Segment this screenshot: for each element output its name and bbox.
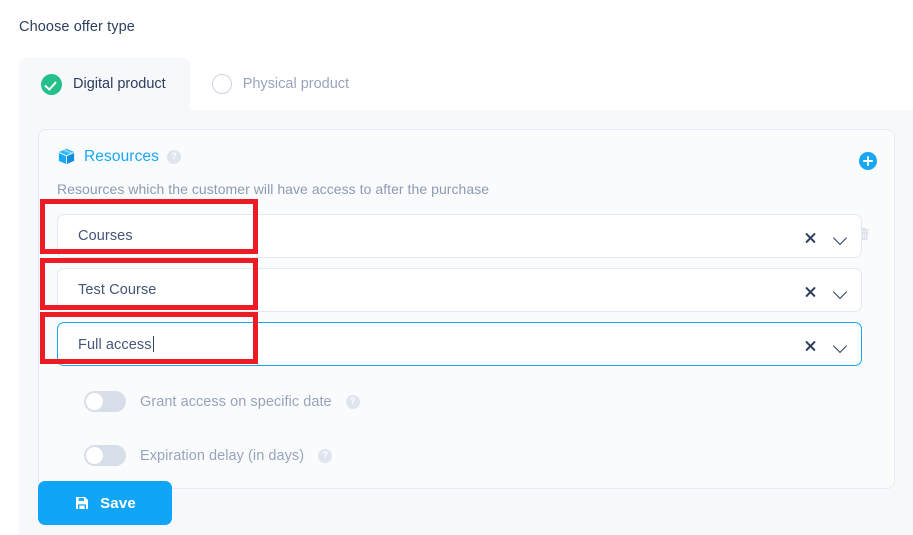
page-title: Choose offer type [19,19,135,35]
resource-select-value-1: Courses [78,228,133,244]
resource-select-row-3[interactable]: Full access [57,322,862,366]
close-icon[interactable] [804,285,817,298]
resources-title: Resources [84,147,159,165]
toggle-expiration-delay-row: Expiration delay (in days) ? [84,445,333,466]
resources-description: Resources which the customer will have a… [57,181,490,197]
save-button-label: Save [100,494,136,512]
tab-content-panel: Resources ? Resources which the customer… [19,110,913,535]
chevron-down-icon[interactable] [833,233,847,241]
offer-type-tabs: Digital product Physical product [19,58,913,110]
help-icon-expiration-delay[interactable]: ? [318,448,333,463]
chevron-down-icon[interactable] [833,341,847,349]
resource-select-value-2: Test Course [78,282,157,298]
check-circle-icon [41,73,62,95]
radio-empty-icon [211,74,232,94]
save-button[interactable]: Save [38,481,172,525]
add-resource-button[interactable] [859,152,877,170]
resource-select-row-2[interactable]: Test Course [57,268,862,312]
close-icon[interactable] [804,339,817,352]
tab-digital-product[interactable]: Digital product [19,58,190,110]
toggle-expiration-delay[interactable] [84,445,126,466]
resources-card: Resources ? Resources which the customer… [38,129,895,489]
toggle-grant-access-label: Grant access on specific date [140,393,332,410]
resource-row-icons-3 [804,323,847,367]
toggle-grant-access-row: Grant access on specific date ? [84,391,360,412]
tab-digital-product-label: Digital product [73,76,166,92]
tab-physical-product[interactable]: Physical product [190,58,373,110]
close-icon[interactable] [804,231,817,244]
resource-row-icons-1 [804,215,847,259]
resource-row-icons-2 [804,269,847,313]
offer-type-page: Choose offer type Digital product Physic… [0,0,913,535]
resource-select-row-1[interactable]: Courses [57,214,862,258]
floppy-save-icon [74,495,90,511]
resources-header: Resources ? [57,147,181,166]
chevron-down-icon[interactable] [833,287,847,295]
help-icon-resources[interactable]: ? [167,149,181,164]
tab-physical-product-label: Physical product [242,76,350,92]
resource-select-value-3: Full access [78,335,154,353]
help-icon-grant-access[interactable]: ? [345,394,360,409]
text-cursor [152,335,154,352]
toggle-expiration-delay-label: Expiration delay (in days) [140,447,305,464]
package-box-icon [57,147,76,166]
resource-rows: Courses Test Course Full access [57,214,862,376]
toggle-grant-access-on-date[interactable] [84,391,126,412]
